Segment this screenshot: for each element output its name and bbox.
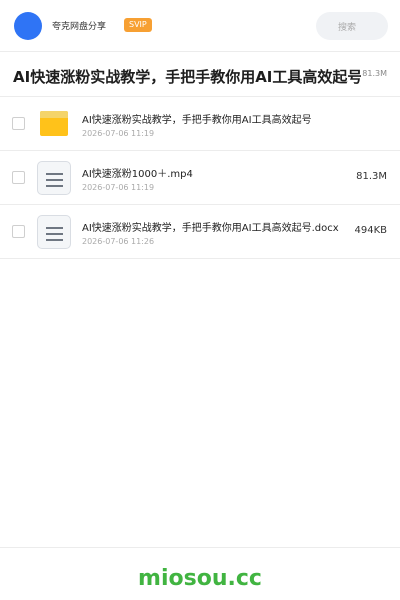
document-icon bbox=[37, 215, 71, 249]
footer-brand[interactable]: miosou.cc bbox=[0, 566, 400, 591]
select-checkbox[interactable] bbox=[12, 117, 25, 130]
select-checkbox[interactable] bbox=[12, 225, 25, 238]
list-item[interactable]: AI快速涨粉实战教学，手把手教你用AI工具高效起号.docx 2026-07-0… bbox=[0, 205, 400, 259]
app-name: 夸克网盘分享 bbox=[52, 22, 107, 32]
total-size: 81.3M bbox=[362, 69, 387, 78]
file-date: 2026-07-06 11:26 bbox=[82, 237, 155, 246]
list-item[interactable]: AI快速涨粉1000＋.mp4 2026-07-06 11:19 81.3M bbox=[0, 151, 400, 205]
file-size: 81.3M bbox=[356, 171, 387, 182]
footer: miosou.cc bbox=[0, 547, 400, 600]
file-size: 494KB bbox=[354, 225, 387, 236]
file-name[interactable]: AI快速涨粉1000＋.mp4 bbox=[82, 165, 344, 180]
file-name[interactable]: AI快速涨粉实战教学，手把手教你用AI工具高效起号.docx bbox=[82, 219, 344, 234]
avatar[interactable] bbox=[14, 12, 42, 40]
file-date: 2026-07-06 11:19 bbox=[82, 129, 155, 138]
file-name[interactable]: AI快速涨粉实战教学，手把手教你用AI工具高效起号 bbox=[82, 111, 344, 126]
file-date: 2026-07-06 11:19 bbox=[82, 183, 155, 192]
svip-badge: SVIP bbox=[124, 18, 152, 32]
search-input[interactable]: 搜索 bbox=[316, 12, 388, 40]
page-title: AI快速涨粉实战教学，手把手教你用AI工具高效起号 bbox=[13, 68, 361, 86]
share-title-row: AI快速涨粉实战教学，手把手教你用AI工具高效起号 81.3M bbox=[0, 52, 400, 97]
folder-icon bbox=[37, 107, 71, 141]
select-checkbox[interactable] bbox=[12, 171, 25, 184]
document-icon bbox=[37, 161, 71, 195]
header-bar: 夸克网盘分享 SVIP 搜索 bbox=[0, 0, 400, 52]
search-placeholder: 搜索 bbox=[338, 23, 357, 33]
list-item[interactable]: AI快速涨粉实战教学，手把手教你用AI工具高效起号 2026-07-06 11:… bbox=[0, 97, 400, 151]
